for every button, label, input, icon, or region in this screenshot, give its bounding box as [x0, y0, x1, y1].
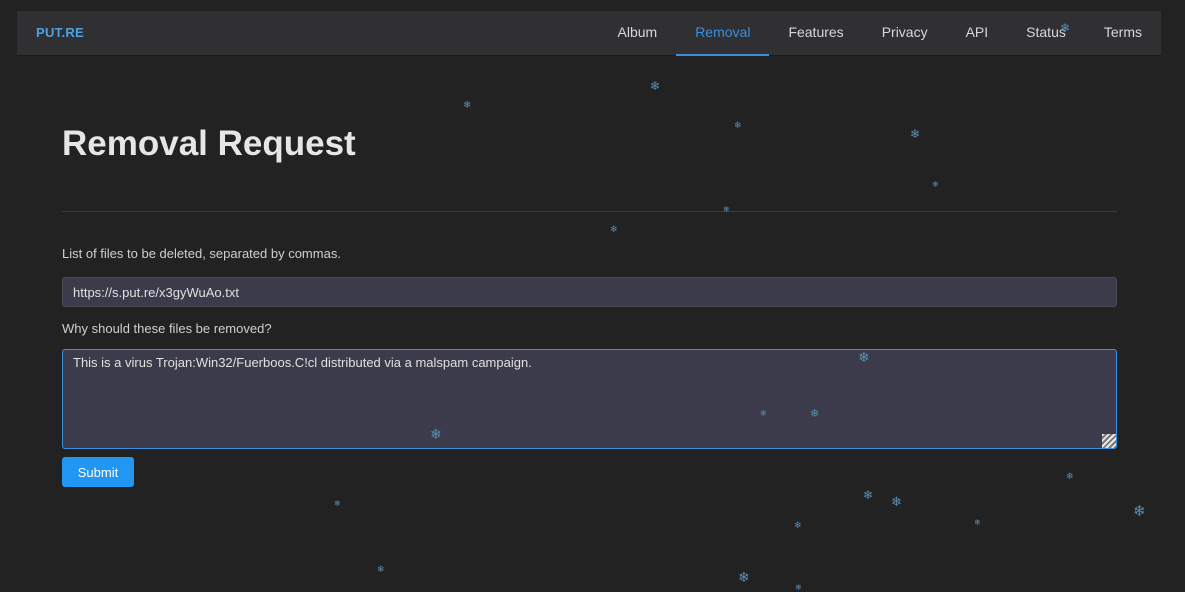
- files-label: List of files to be deleted, separated b…: [62, 246, 341, 261]
- snowflake-icon: ❄: [650, 79, 661, 93]
- snowflake-icon: ❄: [334, 499, 341, 508]
- divider: [62, 211, 1117, 212]
- snowflake-icon: ❄: [795, 583, 802, 592]
- brand-logo[interactable]: PUT.RE: [36, 25, 84, 40]
- snowflake-icon: ❄: [974, 518, 981, 527]
- snowflake-icon: ❄: [910, 127, 921, 141]
- nav-item-album[interactable]: Album: [599, 11, 677, 56]
- nav-item-features[interactable]: Features: [769, 11, 862, 56]
- nav-item-terms[interactable]: Terms: [1085, 11, 1161, 56]
- snowflake-icon: ❄: [1133, 503, 1146, 520]
- files-input[interactable]: [62, 277, 1117, 307]
- snowflake-icon: ❄: [463, 100, 472, 111]
- snowflake-icon: ❄: [794, 520, 802, 530]
- snowflake-icon: ❄: [377, 564, 385, 574]
- reason-textarea[interactable]: This is a virus Trojan:Win32/Fuerboos.C!…: [62, 349, 1117, 449]
- snowflake-icon: ❄: [610, 224, 618, 234]
- nav-item-status[interactable]: Status: [1007, 11, 1085, 56]
- snowflake-icon: ❄: [738, 569, 750, 585]
- snowflake-icon: ❄: [1066, 471, 1074, 481]
- navbar: PUT.RE Album Removal Features Privacy AP…: [17, 11, 1161, 56]
- nav-item-removal[interactable]: Removal: [676, 11, 770, 56]
- submit-button[interactable]: Submit: [62, 457, 134, 487]
- resize-handle-icon[interactable]: [1102, 434, 1116, 448]
- nav-item-api[interactable]: API: [947, 11, 1008, 56]
- nav-item-privacy[interactable]: Privacy: [863, 11, 947, 56]
- snowflake-icon: ❄: [891, 494, 902, 509]
- page-title: Removal Request: [62, 124, 356, 163]
- reason-label: Why should these files be removed?: [62, 321, 272, 336]
- snowflake-icon: ❄: [723, 205, 730, 214]
- snowflake-icon: ❄: [863, 488, 874, 502]
- snowflake-icon: ❄: [734, 120, 742, 130]
- nav-links: Album Removal Features Privacy API Statu…: [599, 11, 1162, 56]
- snowflake-icon: ❄: [932, 180, 939, 189]
